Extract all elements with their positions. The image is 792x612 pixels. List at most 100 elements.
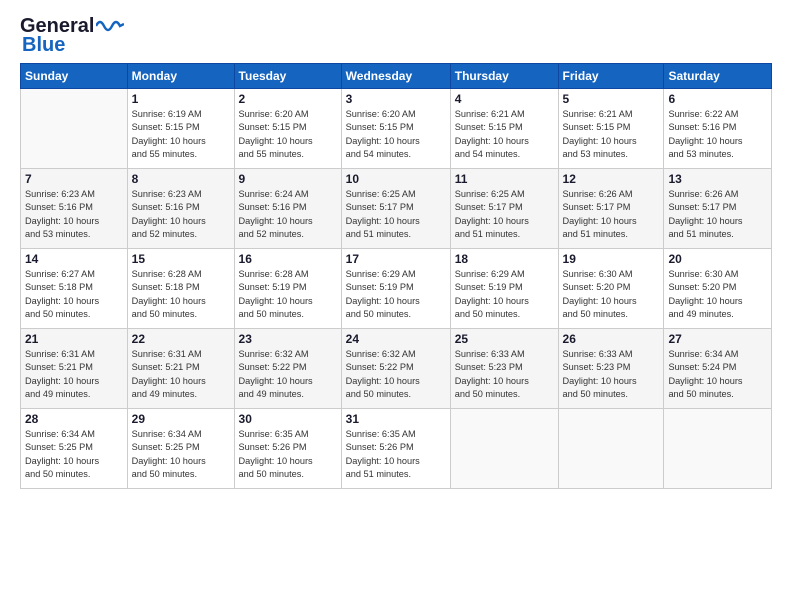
day-number: 20 (668, 252, 767, 266)
day-number: 6 (668, 92, 767, 106)
calendar-cell: 22 Sunrise: 6:31 AMSunset: 5:21 PMDayligh… (127, 329, 234, 409)
day-info: Sunrise: 6:29 AMSunset: 5:19 PMDaylight:… (455, 268, 554, 321)
calendar-week-row: 1 Sunrise: 6:19 AMSunset: 5:15 PMDaylight… (21, 89, 772, 169)
day-number: 17 (346, 252, 446, 266)
calendar-cell: 15 Sunrise: 6:28 AMSunset: 5:18 PMDayligh… (127, 249, 234, 329)
day-info: Sunrise: 6:31 AMSunset: 5:21 PMDaylight:… (132, 348, 230, 401)
day-info: Sunrise: 6:32 AMSunset: 5:22 PMDaylight:… (239, 348, 337, 401)
day-number: 24 (346, 332, 446, 346)
logo-wave-icon (96, 18, 124, 34)
calendar-week-row: 14 Sunrise: 6:27 AMSunset: 5:18 PMDayligh… (21, 249, 772, 329)
calendar-cell: 10 Sunrise: 6:25 AMSunset: 5:17 PMDayligh… (341, 169, 450, 249)
calendar-cell: 17 Sunrise: 6:29 AMSunset: 5:19 PMDayligh… (341, 249, 450, 329)
day-number: 18 (455, 252, 554, 266)
calendar-cell: 29Sunrise: 6:34 AMSunset: 5:25 PMDayligh… (127, 409, 234, 489)
day-number: 29 (132, 412, 230, 426)
day-header-wednesday: Wednesday (341, 64, 450, 89)
calendar-cell: 11 Sunrise: 6:25 AMSunset: 5:17 PMDayligh… (450, 169, 558, 249)
day-number: 27 (668, 332, 767, 346)
day-info: Sunrise: 6:32 AMSunset: 5:22 PMDaylight:… (346, 348, 446, 401)
calendar-cell: 16 Sunrise: 6:28 AMSunset: 5:19 PMDayligh… (234, 249, 341, 329)
day-header-thursday: Thursday (450, 64, 558, 89)
calendar-cell: 9Sunrise: 6:24 AMSunset: 5:16 PMDaylight… (234, 169, 341, 249)
day-info: Sunrise: 6:23 AMSunset: 5:16 PMDaylight:… (25, 188, 123, 241)
calendar-cell: 25Sunrise: 6:33 AMSunset: 5:23 PMDayligh… (450, 329, 558, 409)
day-number: 12 (563, 172, 660, 186)
day-number: 13 (668, 172, 767, 186)
day-info: Sunrise: 6:21 AMSunset: 5:15 PMDaylight:… (455, 108, 554, 161)
day-number: 1 (132, 92, 230, 106)
day-info: Sunrise: 6:25 AMSunset: 5:17 PMDaylight:… (346, 188, 446, 241)
day-info: Sunrise: 6:33 AMSunset: 5:23 PMDaylight:… (563, 348, 660, 401)
calendar-header-row: SundayMondayTuesdayWednesdayThursdayFrid… (21, 64, 772, 89)
day-number: 25 (455, 332, 554, 346)
day-number: 26 (563, 332, 660, 346)
day-info: Sunrise: 6:35 AMSunset: 5:26 PMDaylight:… (239, 428, 337, 481)
day-number: 8 (132, 172, 230, 186)
calendar-week-row: 21 Sunrise: 6:31 AMSunset: 5:21 PMDayligh… (21, 329, 772, 409)
calendar-cell: 1 Sunrise: 6:19 AMSunset: 5:15 PMDaylight… (127, 89, 234, 169)
logo-blue-text: Blue (22, 34, 65, 57)
day-number: 21 (25, 332, 123, 346)
day-number: 10 (346, 172, 446, 186)
calendar-cell: 3 Sunrise: 6:20 AMSunset: 5:15 PMDaylight… (341, 89, 450, 169)
day-info: Sunrise: 6:34 AMSunset: 5:24 PMDaylight:… (668, 348, 767, 401)
calendar-cell: 6 Sunrise: 6:22 AMSunset: 5:16 PMDaylight… (664, 89, 772, 169)
day-number: 15 (132, 252, 230, 266)
day-header-saturday: Saturday (664, 64, 772, 89)
day-info: Sunrise: 6:19 AMSunset: 5:15 PMDaylight:… (132, 108, 230, 161)
calendar-cell: 21 Sunrise: 6:31 AMSunset: 5:21 PMDayligh… (21, 329, 128, 409)
day-info: Sunrise: 6:34 AMSunset: 5:25 PMDaylight:… (25, 428, 123, 481)
day-info: Sunrise: 6:26 AMSunset: 5:17 PMDaylight:… (668, 188, 767, 241)
calendar-table: SundayMondayTuesdayWednesdayThursdayFrid… (20, 63, 772, 489)
day-info: Sunrise: 6:31 AMSunset: 5:21 PMDaylight:… (25, 348, 123, 401)
day-info: Sunrise: 6:20 AMSunset: 5:15 PMDaylight:… (346, 108, 446, 161)
calendar-week-row: 7Sunrise: 6:23 AMSunset: 5:16 PMDaylight… (21, 169, 772, 249)
calendar-cell: 2 Sunrise: 6:20 AMSunset: 5:15 PMDaylight… (234, 89, 341, 169)
calendar-week-row: 28 Sunrise: 6:34 AMSunset: 5:25 PMDayligh… (21, 409, 772, 489)
calendar-cell: 30 Sunrise: 6:35 AMSunset: 5:26 PMDayligh… (234, 409, 341, 489)
day-number: 31 (346, 412, 446, 426)
day-info: Sunrise: 6:29 AMSunset: 5:19 PMDaylight:… (346, 268, 446, 321)
calendar-cell: 5Sunrise: 6:21 AMSunset: 5:15 PMDaylight… (558, 89, 664, 169)
day-number: 3 (346, 92, 446, 106)
day-info: Sunrise: 6:28 AMSunset: 5:18 PMDaylight:… (132, 268, 230, 321)
day-number: 2 (239, 92, 337, 106)
day-number: 28 (25, 412, 123, 426)
calendar-cell: 28 Sunrise: 6:34 AMSunset: 5:25 PMDayligh… (21, 409, 128, 489)
day-number: 23 (239, 332, 337, 346)
day-header-friday: Friday (558, 64, 664, 89)
day-info: Sunrise: 6:30 AMSunset: 5:20 PMDaylight:… (668, 268, 767, 321)
day-number: 11 (455, 172, 554, 186)
day-info: Sunrise: 6:28 AMSunset: 5:19 PMDaylight:… (239, 268, 337, 321)
day-info: Sunrise: 6:35 AMSunset: 5:26 PMDaylight:… (346, 428, 446, 481)
calendar-cell: 4Sunrise: 6:21 AMSunset: 5:15 PMDaylight… (450, 89, 558, 169)
day-info: Sunrise: 6:30 AMSunset: 5:20 PMDaylight:… (563, 268, 660, 321)
calendar-cell: 18 Sunrise: 6:29 AMSunset: 5:19 PMDayligh… (450, 249, 558, 329)
day-number: 16 (239, 252, 337, 266)
day-info: Sunrise: 6:22 AMSunset: 5:16 PMDaylight:… (668, 108, 767, 161)
day-header-sunday: Sunday (21, 64, 128, 89)
calendar-cell: 19Sunrise: 6:30 AMSunset: 5:20 PMDayligh… (558, 249, 664, 329)
calendar-cell: 13 Sunrise: 6:26 AMSunset: 5:17 PMDayligh… (664, 169, 772, 249)
day-info: Sunrise: 6:20 AMSunset: 5:15 PMDaylight:… (239, 108, 337, 161)
day-info: Sunrise: 6:26 AMSunset: 5:17 PMDaylight:… (563, 188, 660, 241)
calendar-cell: 24 Sunrise: 6:32 AMSunset: 5:22 PMDayligh… (341, 329, 450, 409)
day-info: Sunrise: 6:23 AMSunset: 5:16 PMDaylight:… (132, 188, 230, 241)
logo-text: General (20, 16, 94, 36)
calendar-cell (21, 89, 128, 169)
logo: General Blue (20, 16, 124, 57)
calendar-cell: 27 Sunrise: 6:34 AMSunset: 5:24 PMDayligh… (664, 329, 772, 409)
day-number: 22 (132, 332, 230, 346)
calendar-page: General Blue SundayMondayTuesdayWednesda… (0, 0, 792, 612)
day-number: 14 (25, 252, 123, 266)
day-info: Sunrise: 6:25 AMSunset: 5:17 PMDaylight:… (455, 188, 554, 241)
calendar-cell (558, 409, 664, 489)
calendar-cell: 14 Sunrise: 6:27 AMSunset: 5:18 PMDayligh… (21, 249, 128, 329)
calendar-cell: 8 Sunrise: 6:23 AMSunset: 5:16 PMDaylight… (127, 169, 234, 249)
day-info: Sunrise: 6:27 AMSunset: 5:18 PMDaylight:… (25, 268, 123, 321)
day-info: Sunrise: 6:24 AMSunset: 5:16 PMDaylight:… (239, 188, 337, 241)
calendar-cell: 26 Sunrise: 6:33 AMSunset: 5:23 PMDayligh… (558, 329, 664, 409)
day-number: 30 (239, 412, 337, 426)
day-number: 5 (563, 92, 660, 106)
